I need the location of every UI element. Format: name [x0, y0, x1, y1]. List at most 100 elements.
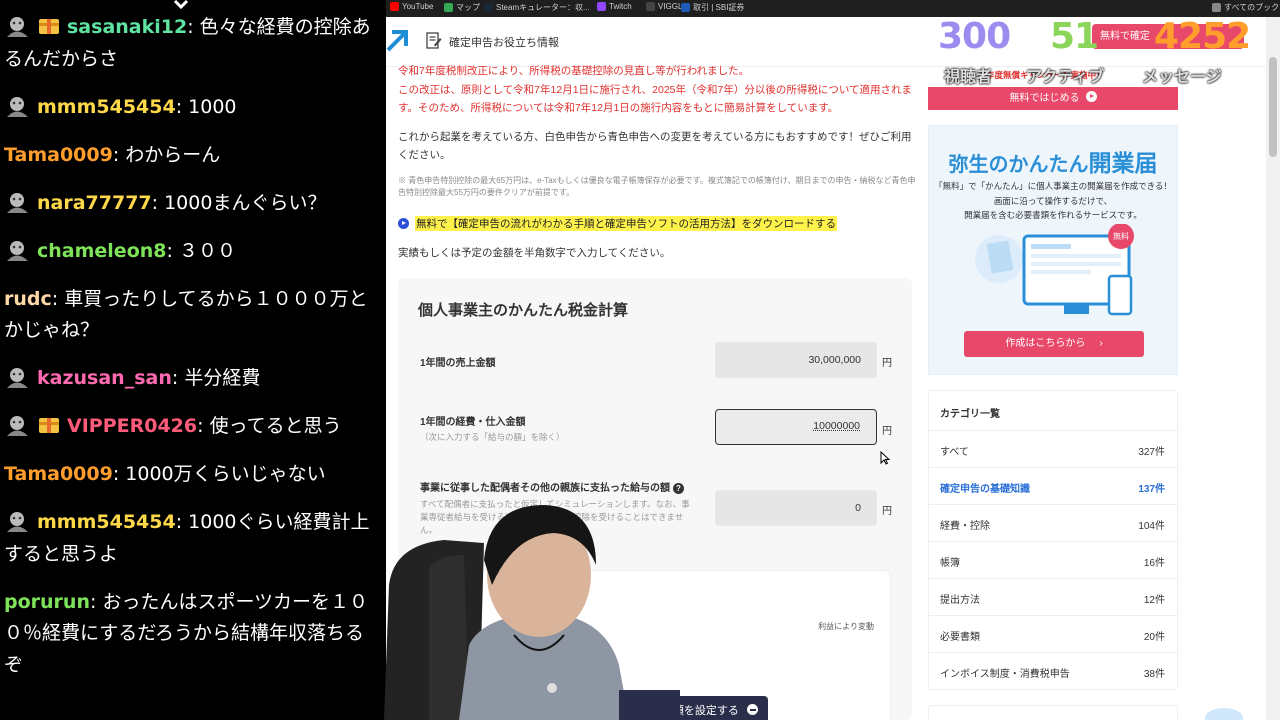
input-hint: 実績もしくは予定の金額を半角数字で入力してください。	[398, 247, 671, 259]
bookmark-favicon-icon	[1212, 3, 1221, 12]
chat-username[interactable]: mmm545454	[37, 96, 176, 118]
download-link-text[interactable]: 無料で【確定申告の流れがわかる手順と確定申告ソフトの活用方法】をダウンロードする	[415, 216, 837, 231]
chevron-down-icon[interactable]	[172, 0, 190, 10]
chat-username[interactable]: sasanaki12	[67, 16, 187, 38]
chat-username[interactable]: chameleon8	[37, 240, 167, 262]
help-icon[interactable]: ?	[673, 483, 684, 494]
category-name: すべて	[940, 447, 969, 458]
chat-message: sasanaki12: 色々な経費の控除あるんだからさ	[4, 12, 382, 75]
free-start-button[interactable]: 無料ではじめる	[928, 87, 1178, 110]
chat-message: porurun: おったんはスポーツカーを１００％経費にするだろうから結構年収落…	[4, 587, 382, 682]
chat-username[interactable]: mmm545454	[37, 511, 176, 533]
create-button-label: 作成はこちらから	[1005, 338, 1086, 349]
bookmark-favicon-icon	[390, 2, 399, 11]
notice-line: この改正は、原則として令和7年12月1日に施行され、2025年（令和7年）分以後…	[398, 83, 913, 115]
category-count: 20件	[1143, 632, 1165, 643]
category-item[interactable]: すべて 327件	[929, 430, 1177, 467]
chat-username[interactable]: Tama0009	[4, 144, 113, 166]
user-avatar-icon[interactable]	[4, 95, 31, 117]
chat-message: rudc: 車買ったりしてるから１０００万とかじゃね？	[4, 284, 382, 347]
footnote: ※ 青色申告特別控除の最大65万円は、e-Taxもしくは優良な電子帳簿保存が必要…	[398, 175, 916, 197]
bookmark-item[interactable]: マップ	[444, 2, 480, 13]
chat-separator: :	[175, 95, 189, 118]
bookmark-favicon-icon	[646, 2, 655, 11]
bookmark-item[interactable]: YouTube	[390, 2, 433, 11]
document-edit-icon	[426, 32, 442, 49]
user-avatar-icon[interactable]	[4, 239, 31, 261]
user-avatar-icon[interactable]	[4, 15, 31, 37]
ad-title-a: 弥生のかんたん	[948, 154, 1089, 176]
chat-separator: :	[112, 463, 126, 485]
chat-text: 使ってると思う	[209, 415, 342, 437]
page-title[interactable]: 確定申告お役立ち情報	[449, 34, 559, 50]
chat-separator: :	[151, 191, 165, 214]
bookmark-favicon-icon	[444, 3, 453, 12]
category-count: 38件	[1143, 669, 1165, 680]
page-scrollbar[interactable]	[1266, 17, 1280, 720]
bookmark-item[interactable]: すべてのブックマーク	[1212, 2, 1280, 13]
chat-username[interactable]: kazusan_san	[37, 367, 172, 389]
category-item[interactable]: 提出方法 12件	[929, 578, 1177, 615]
category-name: 確定申告の基礎知識	[940, 484, 1030, 495]
bookmark-item[interactable]: 取引 | SBI証券	[681, 2, 744, 13]
chat-text: わからーん	[125, 143, 221, 166]
logo-arrow-icon[interactable]	[386, 30, 408, 52]
category-item[interactable]: 必要書類 20件	[929, 615, 1177, 652]
kaigyo-ad-banner[interactable]: 弥生のかんたん開業届 「無料」で「かんたん」に個人事業主の開業届を作成できる！ …	[928, 125, 1178, 375]
user-avatar-icon[interactable]	[4, 414, 31, 436]
chat-text: 1000万くらいじゃない	[125, 463, 326, 485]
bookmark-label: マップ	[456, 3, 480, 12]
salary-label: 事業に従事した配偶者その他の親族に支払った給与の額?	[420, 479, 684, 494]
chat-separator: :	[89, 590, 103, 613]
expense-sublabel: （次に入力する「給与の額」を除く）	[420, 432, 565, 442]
ad-desc-line: 「無料」で「かんたん」に個人事業主の開業届を作成できる！	[934, 181, 1172, 191]
user-avatar-icon[interactable]	[4, 366, 31, 388]
bookmark-label: 取引 | SBI証券	[693, 3, 745, 12]
bookmark-favicon-icon	[597, 2, 606, 11]
bookmark-label: Twitch	[609, 2, 632, 11]
main-content: 令和7年度税制改正により、所得税の基礎控除の見直し等が行われました。 この改正は…	[398, 62, 918, 259]
chat-username[interactable]: Tama0009	[4, 463, 113, 485]
bookmark-item[interactable]: Steamキュレーター：収...	[484, 2, 590, 13]
chat-username[interactable]: porurun	[4, 591, 90, 613]
chat-text: 半分経費	[184, 367, 261, 389]
chevron-right-icon: ›	[1099, 338, 1103, 349]
chat-message: kazusan_san: 半分経費	[4, 363, 382, 395]
free-start-label: 無料ではじめる	[1009, 93, 1080, 104]
chat-username[interactable]: rudc	[4, 288, 52, 310]
category-item[interactable]: インボイス制度・消費税申告 38件	[929, 652, 1177, 689]
expense-input-value[interactable]: 10000000	[813, 420, 860, 432]
ad-desc-line: 開業届を含む必要書類を作れるサービスです。	[964, 210, 1142, 220]
category-item[interactable]: 確定申告の基礎知識 137件	[929, 467, 1177, 504]
create-kaigyo-button[interactable]: 作成はこちらから ›	[964, 331, 1144, 357]
message-label: メッセージ	[1142, 67, 1222, 86]
sales-input[interactable]: 30,000,000	[715, 342, 877, 378]
minus-circle-icon	[747, 704, 758, 715]
active-count: 51	[1050, 16, 1099, 57]
download-link[interactable]: 無料で【確定申告の流れがわかる手順と確定申告ソフトの活用方法】をダウンロードする	[398, 216, 837, 231]
category-name: 必要書類	[940, 632, 980, 643]
chat-username[interactable]: VIPPER0426	[67, 415, 197, 437]
user-avatar-icon[interactable]	[4, 191, 31, 213]
recommend-text: これから起業を考えている方、白色申告から青色申告への変更を考えている方にもおすす…	[398, 130, 912, 162]
user-avatar-icon[interactable]	[4, 510, 31, 532]
scrollbar-thumb[interactable]	[1269, 57, 1277, 157]
chat-username[interactable]: nara77777	[37, 192, 152, 214]
bookmark-label: すべてのブックマーク	[1224, 3, 1280, 12]
bookmark-label: YouTube	[402, 2, 434, 11]
ad-title-b: 開業届	[1088, 150, 1158, 176]
chat-separator: :	[197, 415, 210, 437]
salary-label-text: 事業に従事した配偶者その他の親族に支払った給与の額	[420, 483, 670, 494]
category-item[interactable]: 経費・控除 104件	[929, 504, 1177, 541]
category-item[interactable]: 帳簿 16件	[929, 541, 1177, 578]
bookmark-favicon-icon	[484, 3, 493, 12]
webcam-streamer	[384, 505, 680, 720]
chat-text: ３００	[178, 239, 236, 262]
bookmark-item[interactable]: Twitch	[597, 2, 632, 11]
mouse-cursor-icon	[880, 451, 890, 465]
expense-input[interactable]: 10000000	[715, 409, 877, 445]
category-list: カテゴリ一覧 すべて 327件 確定申告の基礎知識 137件 経費・控除 104件 帳簿 16…	[928, 390, 1178, 690]
salary-input[interactable]: 0	[715, 490, 877, 526]
chat-message: mmm545454: 1000	[4, 92, 382, 124]
ad-description: 「無料」で「かんたん」に個人事業主の開業届を作成できる！ 画面に沿って操作するだ…	[929, 179, 1177, 223]
